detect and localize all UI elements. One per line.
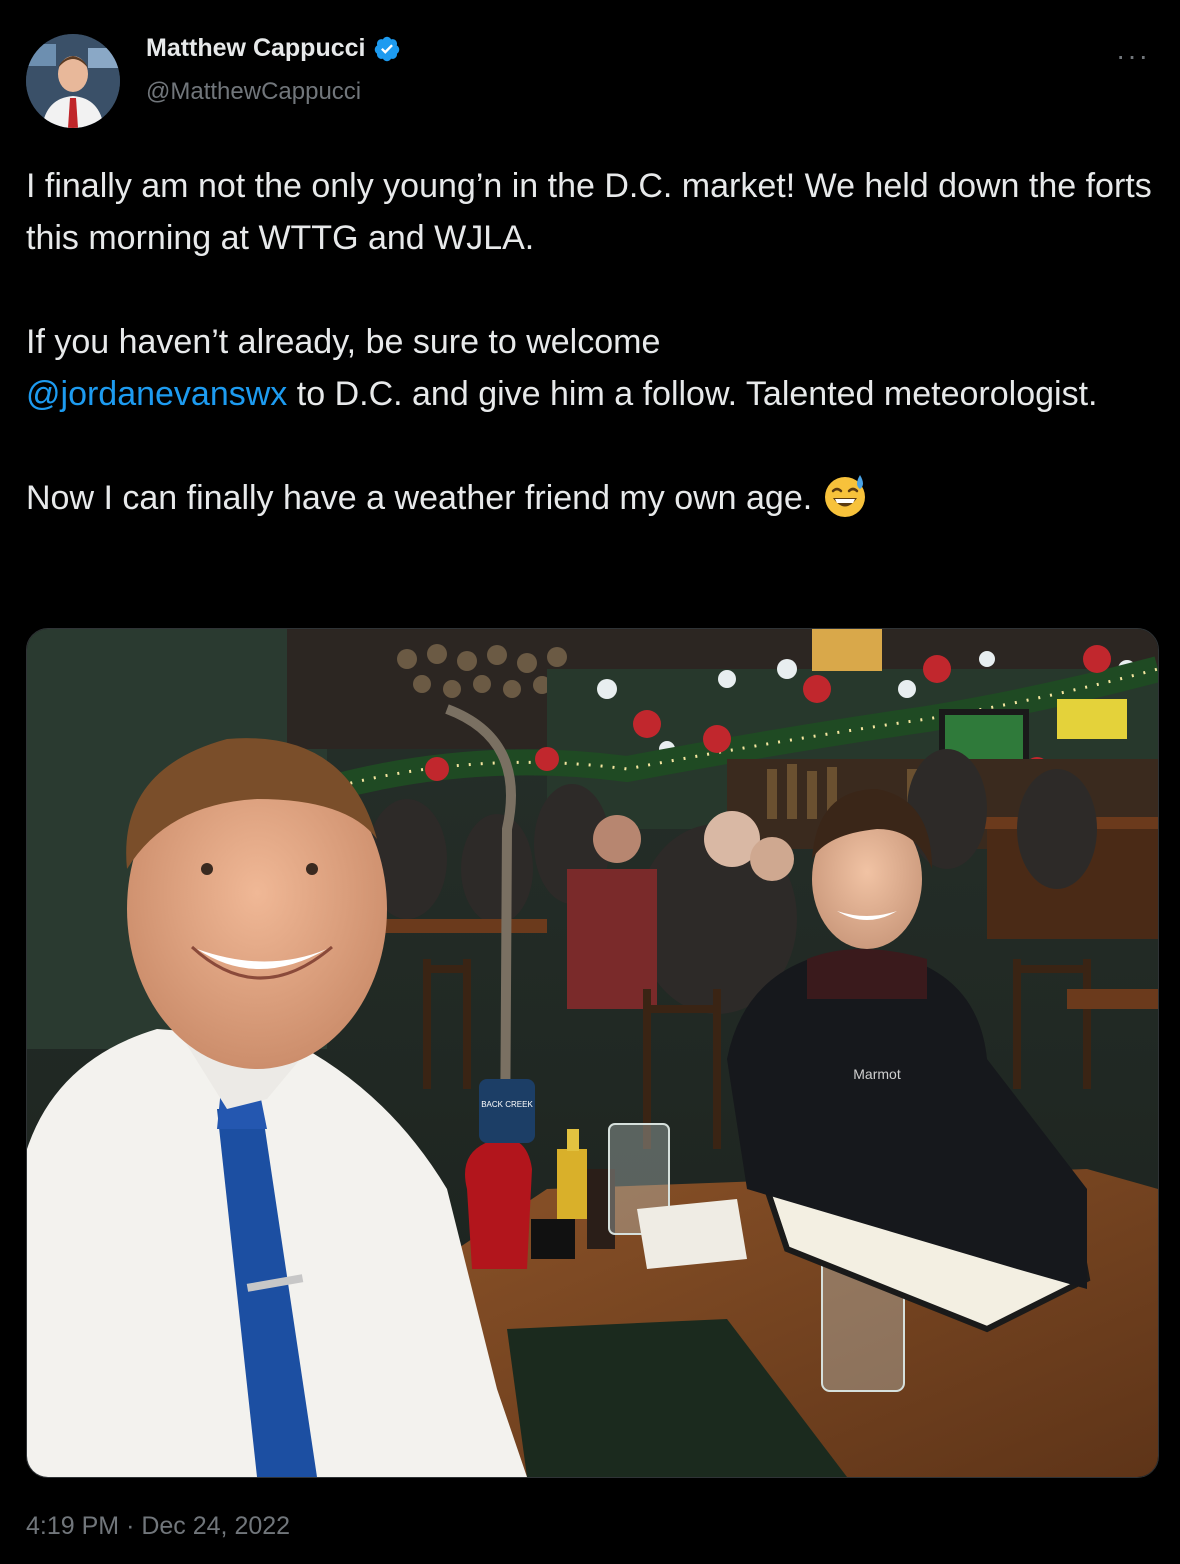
tweet-card: Matthew Cappucci @MatthewCappucci ··· I … (0, 0, 1180, 1564)
timestamp-separator: · (126, 1512, 135, 1540)
tweet-time[interactable]: 4:19 PM (26, 1512, 119, 1540)
author-handle[interactable]: @MatthewCappucci (146, 78, 361, 106)
menu-card-text: BACK CREEK (481, 1100, 533, 1109)
para3-text: Now I can finally have a weather friend … (26, 479, 813, 517)
sweat-smile-emoji-icon (822, 473, 868, 534)
author-avatar[interactable] (26, 34, 120, 128)
tweet-photo[interactable]: BACK CREEK Marmot (26, 628, 1159, 1478)
jacket-logo-text: Marmot (853, 1066, 901, 1082)
tweet-paragraph-1: I finally am not the only young’n in the… (26, 167, 1152, 257)
tweet-timestamp: 4:19 PM · Dec 24, 2022 (26, 1512, 290, 1541)
tweet-text: I finally am not the only young’n in the… (26, 160, 1156, 534)
tweet-paragraph-3: Now I can finally have a weather friend … (26, 472, 1156, 534)
tweet-date[interactable]: Dec 24, 2022 (141, 1512, 290, 1540)
author-name-row: Matthew Cappucci (146, 34, 401, 63)
tweet-paragraph-2: If you haven’t already, be sure to welco… (26, 316, 1156, 420)
verified-badge-icon (373, 35, 401, 63)
para2-suffix: to D.C. and give him a follow. Talented … (296, 375, 1098, 413)
para2-prefix: If you haven’t already, be sure to welco… (26, 323, 661, 361)
more-options-icon[interactable]: ··· (1116, 40, 1150, 72)
author-display-name[interactable]: Matthew Cappucci (146, 34, 365, 63)
mention-link[interactable]: @jordanevanswx (26, 375, 287, 413)
